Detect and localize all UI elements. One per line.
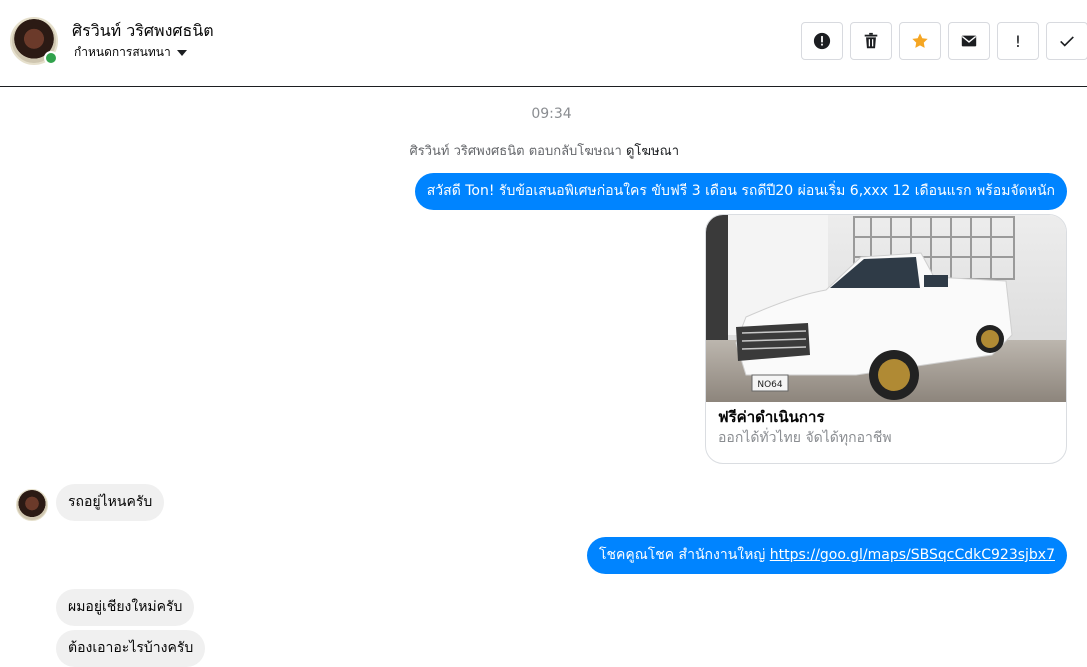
mark-unread-button[interactable] xyxy=(948,22,990,60)
star-button[interactable] xyxy=(899,22,941,60)
mark-spam-button[interactable] xyxy=(801,22,843,60)
ad-card[interactable]: NO64 ฟรีค่าดำเนินการ ออกได้ทั่วไทย จัดได… xyxy=(705,214,1067,464)
ad-reply-notice: ศิรวินท์ วริศพงศธนิต ตอบกลับโฆษณา ดูโฆษณ… xyxy=(409,140,679,161)
conversation-schedule-label: กำหนดการสนทนา xyxy=(74,45,171,59)
follow-up-button[interactable]: ! xyxy=(997,22,1039,60)
alert-circle-icon xyxy=(813,32,831,50)
trash-icon xyxy=(864,32,878,49)
online-status-icon xyxy=(44,51,58,65)
message-timestamp: 09:34 xyxy=(531,106,572,122)
view-ad-link[interactable]: ดูโฆษณา xyxy=(626,144,679,159)
outgoing-message: สวัสดี Ton! รับข้อเสนอพิเศษก่อนใคร ขับฟร… xyxy=(414,173,1067,210)
ad-card-subtitle: ออกได้ทั่วไทย จัดได้ทุกอาชีพ xyxy=(718,430,892,446)
outgoing-message: โชคคูณโชค สำนักงานใหญ่ https://goo.gl/ma… xyxy=(586,537,1067,574)
incoming-message: รถอยู่ไหนครับ xyxy=(56,484,165,521)
contact-avatar[interactable] xyxy=(10,17,58,65)
contact-avatar-small[interactable] xyxy=(16,489,48,521)
exclamation-icon: ! xyxy=(1014,31,1022,51)
ad-card-title: ฟรีค่าดำเนินการ xyxy=(718,408,825,426)
conversation-toolbar: ! xyxy=(801,22,1087,60)
mark-done-button[interactable] xyxy=(1046,22,1087,60)
incoming-message: ผมอยู่เชียงใหม่ครับ xyxy=(56,589,195,626)
envelope-icon xyxy=(961,35,977,47)
caret-down-icon xyxy=(176,49,187,56)
star-icon xyxy=(912,33,928,48)
map-link[interactable]: https://goo.gl/maps/SBSqcCdkC923sjbx7 xyxy=(770,547,1055,563)
ad-reply-text: ศิรวินท์ วริศพงศธนิต ตอบกลับโฆษณา xyxy=(409,144,622,159)
license-plate: NO64 xyxy=(757,380,783,390)
conversation-schedule-dropdown[interactable]: กำหนดการสนทนา xyxy=(74,43,187,62)
conversation-header: ศิรวินท์ วริศพงศธนิต กำหนดการสนทนา ! xyxy=(0,0,1087,87)
contact-name[interactable]: ศิรวินท์ วริศพงศธนิต xyxy=(72,19,214,44)
check-icon xyxy=(1060,36,1074,47)
message-text: โชคคูณโชค สำนักงานใหญ่ xyxy=(598,547,770,563)
delete-button[interactable] xyxy=(850,22,892,60)
ad-card-image: NO64 xyxy=(706,215,1066,402)
incoming-message: ต้องเอาอะไรบ้างครับ xyxy=(56,630,206,667)
